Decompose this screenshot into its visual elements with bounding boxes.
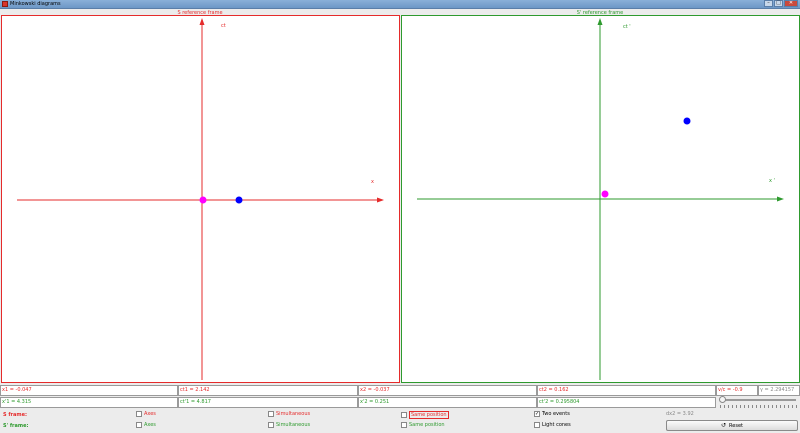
sprime-simultaneous-checkbox[interactable]: Simultaneous: [268, 422, 310, 428]
sprime-space-arrow: [777, 196, 784, 202]
sprime-frame-label: S' frame:: [3, 423, 29, 429]
x2-prime-readout: x'2 = 0.251: [358, 397, 537, 408]
checkbox-box[interactable]: [136, 411, 142, 417]
checkbox-box[interactable]: [136, 422, 142, 428]
ct1-readout: ct1 = 2.142: [178, 385, 358, 396]
s-axes-checkbox[interactable]: Axes: [136, 411, 156, 417]
reset-button[interactable]: ↺ Reset: [666, 420, 798, 431]
sprime-simultaneous-label: Simultaneous: [276, 422, 311, 428]
ct2-prime-readout: ct'2 = 0.295804: [537, 397, 716, 408]
checkbox-box[interactable]: [268, 422, 274, 428]
x2-readout: x2 = -0.037: [358, 385, 537, 396]
sprime-event-2: [683, 117, 691, 125]
sprime-axes-checkbox[interactable]: Axes: [136, 422, 156, 428]
two-events-label: Two events: [542, 411, 570, 417]
checkbox-box[interactable]: [401, 422, 407, 428]
s-frame-label: S frame:: [3, 412, 27, 418]
sprime-time-label: ct ': [623, 24, 631, 30]
s-time-arrow: [199, 18, 205, 25]
gamma-readout: γ = 2.294157: [758, 385, 800, 396]
s-space-arrow: [377, 197, 384, 203]
sprime-event-1: [601, 190, 609, 198]
dx2-readout: dx2 = 3.92: [666, 411, 694, 417]
checkbox-box[interactable]: [401, 412, 407, 418]
ct1-prime-readout: ct'1 = 4.817: [178, 397, 358, 408]
ct2-readout: ct2 = 0.162: [537, 385, 716, 396]
reset-button-label: Reset: [729, 422, 743, 429]
checkbox-box[interactable]: [534, 422, 540, 428]
s-event-2: [235, 196, 243, 204]
sprime-time-arrow: [597, 18, 603, 25]
sprime-axes-label: Axes: [144, 422, 156, 428]
two-events-checkbox[interactable]: ✓ Two events: [534, 411, 570, 417]
checkbox-box[interactable]: [268, 411, 274, 417]
velocity-slider-ticks: [720, 405, 798, 408]
sprime-space-label: x ': [769, 178, 775, 184]
sprime-same-position-checkbox[interactable]: Same position: [401, 422, 445, 428]
light-cones-checkbox[interactable]: Light cones: [534, 422, 571, 428]
s-event-1: [199, 196, 207, 204]
s-same-position-label: Same position: [409, 411, 449, 419]
sprime-same-position-label: Same position: [409, 422, 445, 428]
x1-prime-readout: x'1 = 4.315: [0, 397, 178, 408]
velocity-readout: v/c = -0.9: [716, 385, 758, 396]
reset-icon: ↺: [721, 422, 727, 429]
velocity-slider-track[interactable]: [722, 399, 796, 401]
light-cones-label: Light cones: [542, 422, 571, 428]
s-time-label: ct: [221, 23, 226, 29]
check-icon[interactable]: ✓: [534, 411, 540, 417]
x1-readout: x1 = -0.047: [0, 385, 178, 396]
minkowski-diagrams: ct x ct ' x ': [17, 18, 784, 380]
s-same-position-checkbox[interactable]: Same position: [401, 411, 449, 419]
velocity-slider-thumb[interactable]: [719, 396, 726, 403]
s-simultaneous-checkbox[interactable]: Simultaneous: [268, 411, 310, 417]
s-axes-label: Axes: [144, 411, 156, 417]
s-simultaneous-label: Simultaneous: [276, 411, 311, 417]
s-space-label: x: [371, 179, 374, 185]
